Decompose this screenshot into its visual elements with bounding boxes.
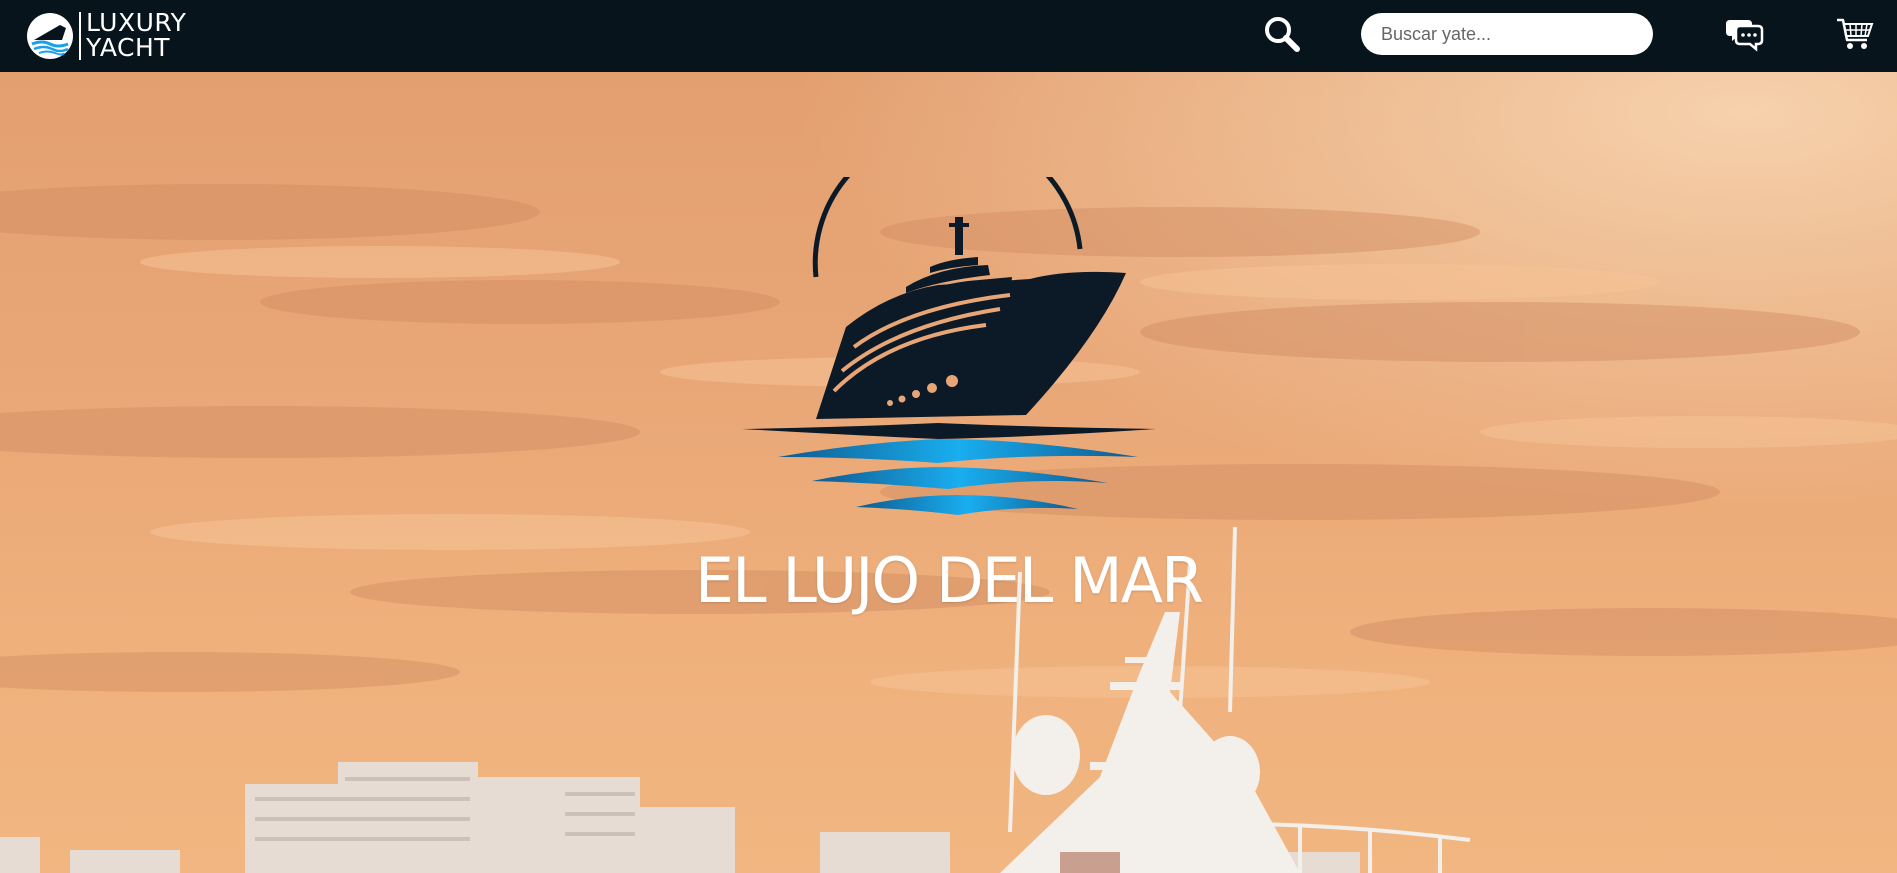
yacht-circle-logo-icon [27, 13, 73, 59]
hero-title: EL LUJO DEL MAR [694, 544, 1204, 617]
brand-logo[interactable]: LUXURY YACHT [26, 10, 226, 62]
logo-divider [79, 12, 81, 60]
search-input[interactable] [1361, 13, 1653, 55]
brand-line-1: LUXURY [86, 8, 187, 37]
brand-name: LUXURY YACHT [86, 10, 186, 60]
top-navbar: LUXURY YACHT [0, 0, 1897, 72]
shopping-cart-icon[interactable] [1836, 16, 1874, 52]
brand-line-2: YACHT [86, 33, 171, 62]
chat-bubbles-icon[interactable] [1726, 16, 1764, 52]
search-icon[interactable] [1262, 14, 1302, 54]
yacht-waves-emblem-icon [742, 177, 1156, 515]
hero-section: EL LUJO DEL MAR [0, 72, 1897, 873]
